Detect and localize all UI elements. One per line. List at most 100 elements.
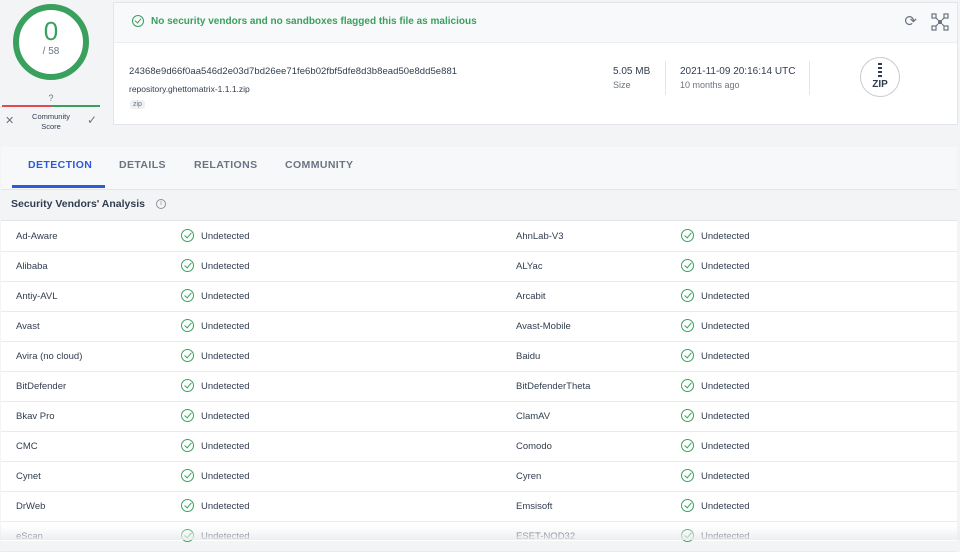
vote-harmless-icon[interactable]: ✓ (87, 113, 97, 127)
verdict-text: No security vendors and no sandboxes fla… (151, 16, 477, 27)
tab-bar: DETECTION DETAILS RELATIONS COMMUNITY (1, 147, 957, 190)
check-circle-icon (681, 229, 694, 242)
vendor-name: Bkav Pro (16, 411, 55, 422)
vendor-name: Antiy-AVL (16, 291, 58, 302)
vendor-name: BitDefender (16, 381, 67, 392)
vendor-result: Undetected (201, 291, 250, 302)
file-tag[interactable]: zip (130, 100, 145, 109)
vendor-name: Cyren (516, 471, 542, 482)
detection-score-gauge: 0 / 58 (11, 2, 91, 82)
vendor-result: Undetected (701, 351, 750, 362)
table-row: DrWeb Undetected Emsisoft Undetected (1, 491, 957, 522)
table-row: eScan Undetected ESET-NOD32 Undetected (1, 521, 957, 552)
zipper-icon (878, 63, 882, 77)
vendor-name: Arcabit (516, 291, 546, 302)
check-circle-icon (181, 499, 194, 512)
vote-harmful-icon[interactable]: ✕ (5, 114, 14, 127)
table-row: Ad-Aware Undetected AhnLab-V3 Undetected (1, 221, 957, 252)
check-circle-icon (681, 289, 694, 302)
tab-detection[interactable]: DETECTION (28, 159, 92, 171)
table-row: CMC Undetected Comodo Undetected (1, 431, 957, 462)
tab-details[interactable]: DETAILS (119, 159, 166, 171)
tab-relations[interactable]: RELATIONS (194, 159, 258, 171)
vendor-result: Undetected (201, 321, 250, 332)
check-circle-icon (681, 349, 694, 362)
check-circle-icon (181, 439, 194, 452)
check-circle-icon (181, 289, 194, 302)
vendors-table: Ad-Aware Undetected AhnLab-V3 Undetected… (1, 220, 957, 552)
vendor-result: Undetected (701, 441, 750, 452)
vendor-name: Baidu (516, 351, 541, 362)
file-name: repository.ghettomatrix-1.1.1.zip (129, 84, 250, 94)
vendor-result: Undetected (701, 471, 750, 482)
detection-total: / 58 (42, 46, 60, 57)
active-tab-indicator (12, 185, 105, 188)
vendor-result: Undetected (201, 441, 250, 452)
tab-community[interactable]: COMMUNITY (285, 159, 353, 171)
file-size-value: 5.05 MB (613, 66, 651, 77)
vendor-name: Emsisoft (516, 501, 553, 512)
check-circle-icon (181, 379, 194, 392)
graph-view-icon[interactable] (931, 13, 949, 31)
vendor-name: ALYac (516, 261, 543, 272)
vendor-name: Avira (no cloud) (16, 351, 83, 362)
info-icon[interactable]: i (156, 199, 166, 209)
vendor-result: Undetected (201, 471, 250, 482)
community-score-label: Community Score (32, 112, 70, 131)
file-type-label: ZIP (872, 79, 888, 90)
vendor-result: Undetected (201, 261, 250, 272)
check-circle-icon (181, 319, 194, 332)
vendor-result: Undetected (701, 321, 750, 332)
vendor-name: BitDefenderTheta (516, 381, 591, 392)
vendor-result: Undetected (201, 531, 250, 542)
reanalyze-icon[interactable]: ⟳ (904, 14, 917, 29)
vendor-result: Undetected (201, 411, 250, 422)
table-row: Alibaba Undetected ALYac Undetected (1, 251, 957, 282)
vendor-result: Undetected (201, 501, 250, 512)
check-circle-icon (681, 439, 694, 452)
vendor-name: CMC (16, 441, 38, 452)
vendor-name: Cynet (16, 471, 41, 482)
vendor-name: DrWeb (16, 501, 46, 512)
vendor-name: Avast (16, 321, 40, 332)
check-circle-icon (681, 379, 694, 392)
vendor-result: Undetected (201, 351, 250, 362)
section-title: Security Vendors' Analysis (11, 198, 145, 210)
vendor-result: Undetected (701, 501, 750, 512)
check-circle-icon (681, 469, 694, 482)
check-circle-icon (681, 259, 694, 272)
vendor-result: Undetected (701, 411, 750, 422)
check-circle-icon (181, 469, 194, 482)
vendor-result: Undetected (701, 381, 750, 392)
community-score-value: ? (48, 93, 54, 103)
table-row: Cynet Undetected Cyren Undetected (1, 461, 957, 492)
vendor-result: Undetected (701, 531, 750, 542)
check-circle-icon (681, 409, 694, 422)
vendor-name: Alibaba (16, 261, 48, 272)
divider (809, 61, 810, 95)
analysis-date: 2021-11-09 20:16:14 UTC (680, 66, 796, 77)
table-row: Avast Undetected Avast-Mobile Undetected (1, 311, 957, 342)
vendor-name: eScan (16, 531, 43, 542)
divider (665, 61, 666, 95)
vendor-result: Undetected (701, 231, 750, 242)
community-score-bar (2, 105, 100, 107)
file-summary-card: No security vendors and no sandboxes fla… (113, 2, 958, 125)
table-row: Antiy-AVL Undetected Arcabit Undetected (1, 281, 957, 312)
check-circle-icon (181, 229, 194, 242)
analysis-age: 10 months ago (680, 80, 740, 90)
vendor-name: Comodo (516, 441, 552, 452)
vendor-result: Undetected (701, 291, 750, 302)
vendor-result: Undetected (701, 261, 750, 272)
vendor-name: Ad-Aware (16, 231, 58, 242)
file-hash[interactable]: 24368e9d66f0aa546d2e03d7bd26ee71fe6b02fb… (129, 66, 457, 77)
check-circle-icon (181, 529, 194, 542)
vendor-name: ESET-NOD32 (516, 531, 576, 542)
community-score: ? ✕ Community Score ✓ (0, 85, 102, 137)
verdict-banner: No security vendors and no sandboxes fla… (114, 3, 957, 43)
zip-file-icon: ZIP (860, 57, 900, 97)
table-row: BitDefender Undetected BitDefenderTheta … (1, 371, 957, 402)
file-size-label: Size (613, 80, 631, 90)
vendor-result: Undetected (201, 231, 250, 242)
check-circle-icon (681, 529, 694, 542)
